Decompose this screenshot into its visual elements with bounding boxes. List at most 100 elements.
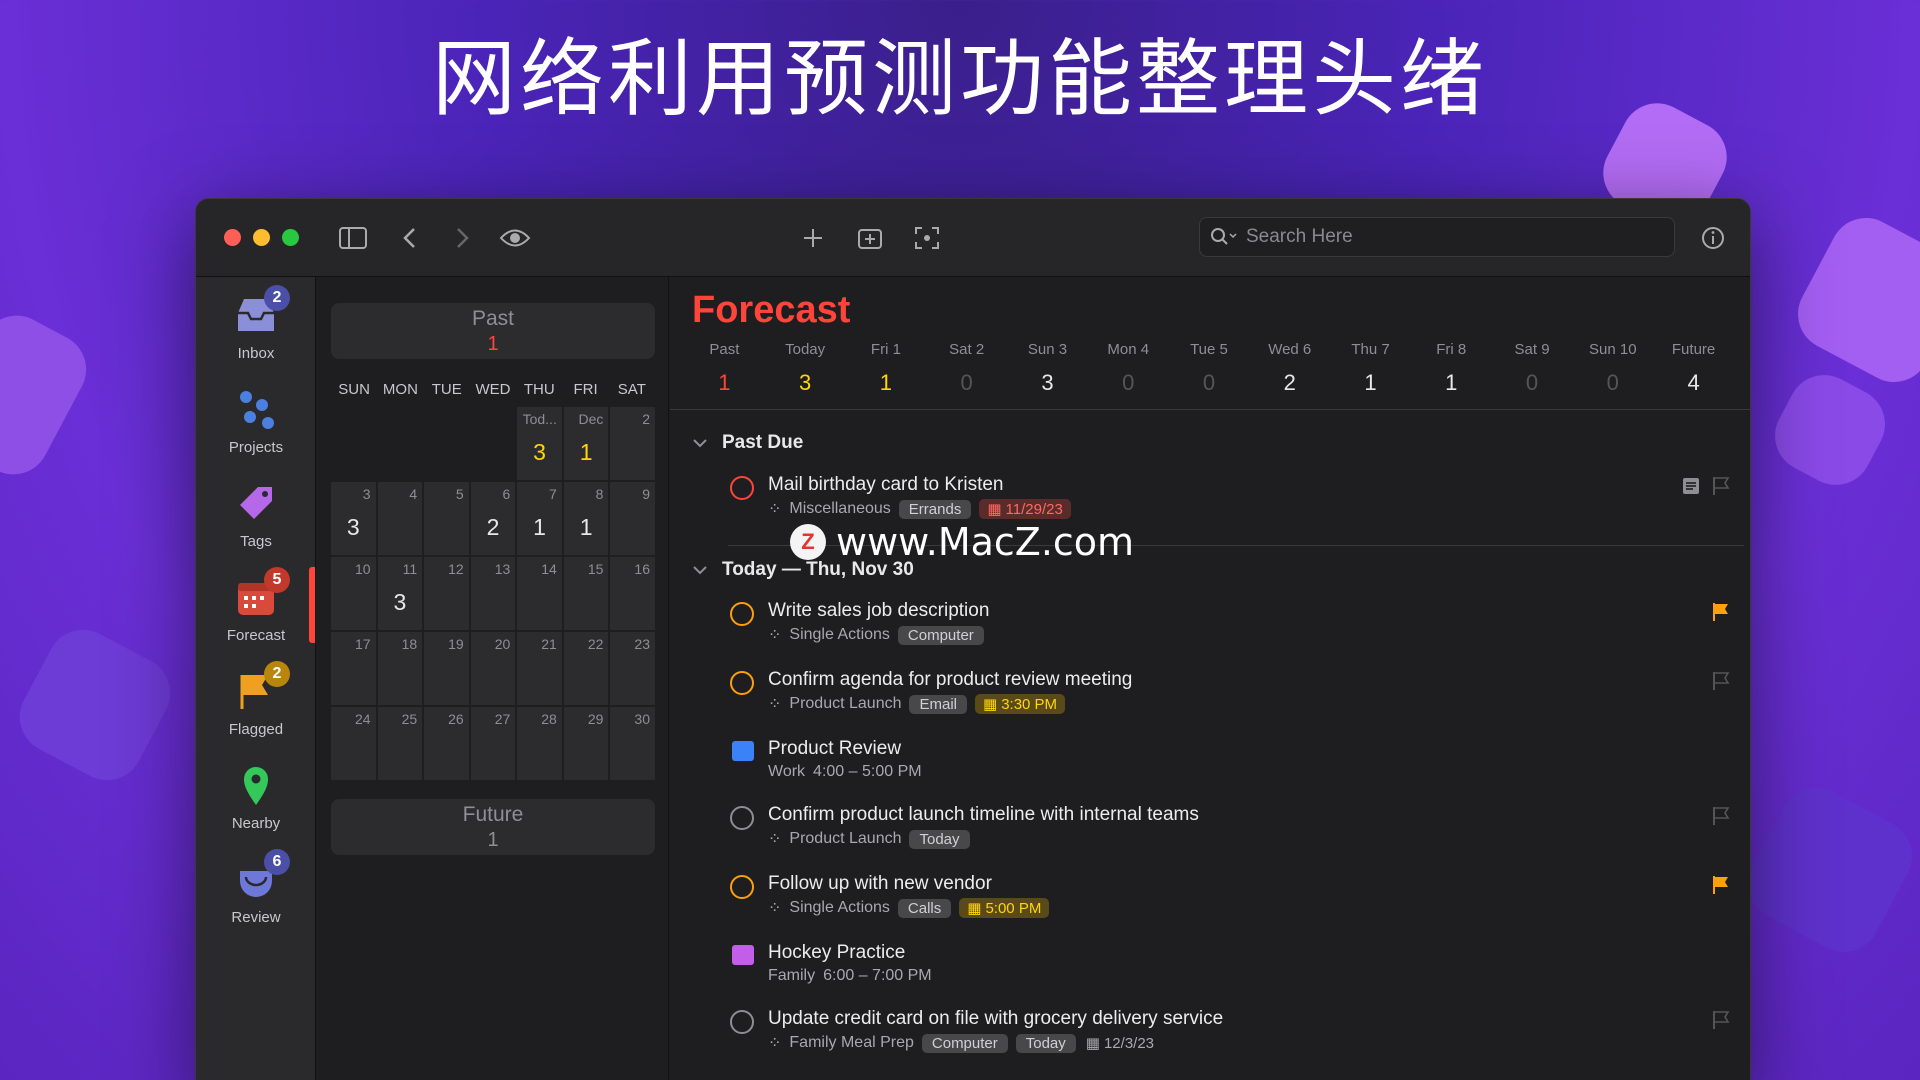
- future-block[interactable]: Future 1: [331, 799, 655, 855]
- forecast-day[interactable]: Today 3: [765, 341, 846, 396]
- calendar-day-cell[interactable]: 28: [517, 707, 562, 780]
- task-checkbox[interactable]: [730, 476, 754, 500]
- sidebar-item-projects[interactable]: Projects: [196, 385, 316, 456]
- flag-filled-icon[interactable]: [1712, 602, 1730, 622]
- calendar-day-cell[interactable]: 23: [610, 632, 655, 705]
- forecast-day-label: Fri 1: [870, 341, 901, 358]
- task-checkbox[interactable]: [730, 602, 754, 626]
- quick-entry-icon[interactable]: [853, 221, 887, 255]
- calendar-day-cell[interactable]: 13: [470, 557, 516, 630]
- sidebar-toggle-icon[interactable]: [336, 221, 370, 255]
- forecast-day[interactable]: Mon 4 0: [1088, 341, 1169, 396]
- eye-icon[interactable]: [498, 221, 532, 255]
- forecast-day[interactable]: Sat 9 0: [1492, 341, 1573, 396]
- task-tag[interactable]: Email: [909, 694, 967, 714]
- forecast-day-label: Sun 10: [1589, 341, 1637, 358]
- sidebar-item-nearby[interactable]: Nearby: [196, 761, 316, 832]
- flag-outline-icon[interactable]: [1712, 476, 1730, 496]
- task-tag[interactable]: Computer: [897, 625, 984, 645]
- task-tag[interactable]: Calls: [897, 898, 952, 918]
- calendar-day-cell[interactable]: 15: [563, 557, 609, 630]
- forecast-day[interactable]: Wed 6 2: [1249, 341, 1330, 396]
- calendar-day-cell[interactable]: 4: [377, 482, 423, 555]
- forecast-day[interactable]: Past 1: [684, 341, 765, 396]
- forecast-day[interactable]: Tue 5 0: [1169, 341, 1250, 396]
- back-icon[interactable]: [392, 221, 426, 255]
- day-task-count: 3: [393, 589, 407, 615]
- sidebar-item-review[interactable]: 6 Review: [196, 849, 316, 926]
- task-tag[interactable]: Computer: [921, 1033, 1008, 1053]
- chevron-down-icon[interactable]: [692, 565, 708, 575]
- calendar-day-cell[interactable]: 5: [424, 482, 469, 555]
- task-checkbox[interactable]: [730, 806, 754, 830]
- task-tag[interactable]: Errands: [898, 499, 972, 519]
- zoom-window-button[interactable]: [282, 229, 299, 246]
- task-project: Single Actions: [789, 899, 890, 916]
- calendar-day-cell[interactable]: 19: [424, 632, 469, 705]
- past-block[interactable]: Past 1: [331, 303, 655, 359]
- search-field[interactable]: [1199, 217, 1675, 257]
- forecast-day[interactable]: Fri 8 1: [1411, 341, 1492, 396]
- day-number: 14: [541, 561, 557, 577]
- task-tag[interactable]: Today: [909, 829, 970, 849]
- flag-outline-icon[interactable]: [1712, 806, 1730, 826]
- minimize-window-button[interactable]: [253, 229, 270, 246]
- forecast-day[interactable]: Thu 7 1: [1330, 341, 1411, 396]
- calendar-day-cell[interactable]: 12: [424, 557, 469, 630]
- calendar-day-cell[interactable]: 9: [610, 482, 655, 555]
- forecast-day[interactable]: Sat 2 0: [926, 341, 1007, 396]
- calendar-day-cell[interactable]: 30: [610, 707, 655, 780]
- flag-outline-icon[interactable]: [1712, 671, 1730, 691]
- search-input[interactable]: [1246, 226, 1646, 248]
- calendar-day-cell[interactable]: 20: [470, 632, 516, 705]
- flag-filled-icon[interactable]: [1712, 875, 1730, 895]
- forward-icon[interactable]: [446, 221, 480, 255]
- calendar-day-cell[interactable]: 17: [331, 632, 376, 705]
- focus-icon[interactable]: [910, 221, 944, 255]
- forecast-day[interactable]: Sun 3 3: [1007, 341, 1088, 396]
- sidebar-item-tags[interactable]: Tags: [196, 479, 316, 550]
- task-checkbox[interactable]: [730, 1010, 754, 1034]
- task-tag[interactable]: Today: [1015, 1033, 1076, 1053]
- calendar-day-cell[interactable]: 26: [424, 707, 469, 780]
- sidebar-item-label: Forecast: [226, 627, 286, 644]
- forecast-day[interactable]: Fri 1 1: [846, 341, 927, 396]
- section-past-due[interactable]: Past Due: [692, 432, 803, 454]
- day-number: 22: [587, 636, 604, 652]
- calendar-day-cell[interactable]: 81: [563, 482, 609, 555]
- calendar-day-cell[interactable]: 21: [517, 632, 562, 705]
- day-number: 11: [402, 561, 418, 577]
- calendar-day-cell[interactable]: Tod... 3: [517, 407, 562, 480]
- forecast-day[interactable]: Future 4: [1653, 341, 1734, 396]
- info-icon[interactable]: [1696, 221, 1730, 255]
- calendar-day-cell[interactable]: 25: [377, 707, 423, 780]
- task-project: Single Actions: [789, 626, 890, 643]
- calendar-day-cell[interactable]: Dec 1: [563, 407, 609, 480]
- task-checkbox[interactable]: [730, 671, 754, 695]
- calendar-day-cell[interactable]: 14: [517, 557, 562, 630]
- calendar-day-cell[interactable]: 2: [610, 407, 655, 480]
- inbox-badge: 2: [264, 285, 290, 311]
- calendar-day-cell[interactable]: 62: [470, 482, 516, 555]
- close-window-button[interactable]: [224, 229, 241, 246]
- sidebar-item-flagged[interactable]: 2 Flagged: [196, 661, 316, 738]
- calendar-day-cell[interactable]: 18: [377, 632, 423, 705]
- calendar-day-cell[interactable]: 71: [517, 482, 562, 555]
- calendar-day-cell[interactable]: 10: [331, 557, 376, 630]
- task-title: Mail birthday card to Kristen: [768, 474, 1004, 495]
- calendar-day-cell[interactable]: 16: [610, 557, 655, 630]
- note-icon[interactable]: [1682, 477, 1700, 495]
- calendar-day-cell[interactable]: 22: [563, 632, 609, 705]
- calendar-day-cell[interactable]: 29: [563, 707, 609, 780]
- calendar-day-cell[interactable]: 24: [331, 707, 376, 780]
- forecast-day[interactable]: Sun 10 0: [1572, 341, 1653, 396]
- calendar-day-cell[interactable]: 27: [470, 707, 516, 780]
- sidebar-item-forecast[interactable]: 5 Forecast: [196, 567, 316, 644]
- sidebar-item-inbox[interactable]: 2 Inbox: [196, 285, 316, 362]
- flag-outline-icon[interactable]: [1712, 1010, 1730, 1030]
- task-checkbox[interactable]: [730, 875, 754, 899]
- add-icon[interactable]: [796, 221, 830, 255]
- calendar-day-cell[interactable]: 33: [331, 482, 376, 555]
- chevron-down-icon[interactable]: [692, 438, 708, 448]
- calendar-day-cell[interactable]: 11 3: [377, 557, 423, 630]
